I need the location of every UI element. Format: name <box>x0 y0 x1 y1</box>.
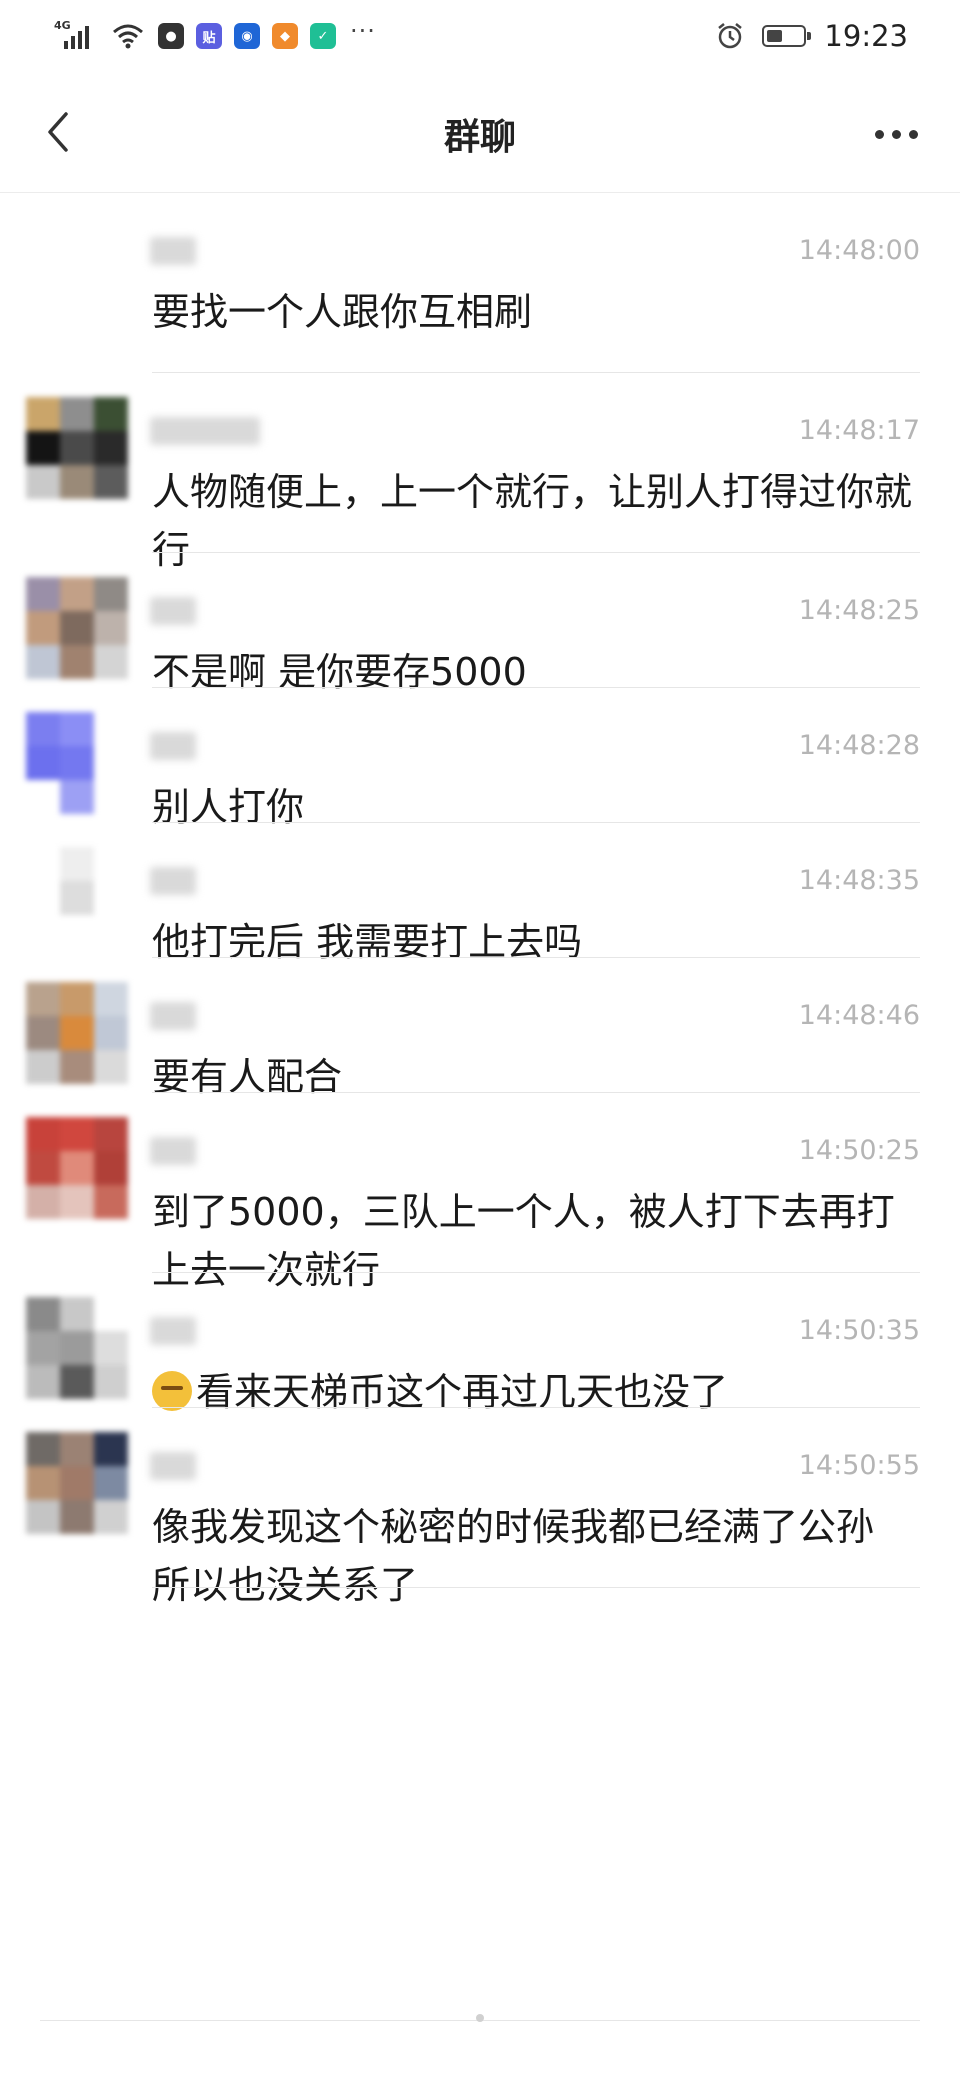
tieba-icon: 贴 <box>196 23 222 49</box>
sender-name <box>150 867 196 895</box>
more-dot-icon <box>891 129 901 139</box>
qq-icon: ● <box>158 23 184 49</box>
status-right: 19:23 <box>716 16 908 56</box>
sender-name <box>150 1452 196 1480</box>
status-left: 4G ● 贴 ◉ ◆ ✓ ··· <box>54 16 376 56</box>
signal-icon: 4G <box>54 19 98 53</box>
avatar[interactable] <box>26 397 128 499</box>
message-time: 14:48:28 <box>798 730 920 761</box>
avatar[interactable] <box>26 577 128 679</box>
sender-name <box>150 732 196 760</box>
avatar[interactable] <box>26 1297 128 1399</box>
chat-message[interactable]: 14:50:55 像我发现这个秘密的时候我都已经满了公孙 所以也没关系了 <box>0 1408 960 1607</box>
avatar[interactable] <box>26 847 128 949</box>
load-more-indicator <box>476 2014 484 2022</box>
more-dot-icon <box>874 129 884 139</box>
battery-icon <box>762 25 812 47</box>
nav-bar: 群聊 <box>0 72 960 193</box>
sender-name <box>150 597 196 625</box>
sender-name <box>150 237 196 265</box>
message-time: 14:48:17 <box>798 415 920 446</box>
message-list[interactable]: 14:48:00 要找一个人跟你互相刷 14:48:17 人物随便上，上一个就行，让别… <box>0 193 960 1607</box>
message-divider <box>152 1587 920 1588</box>
message-time: 14:48:25 <box>798 595 920 626</box>
message-time: 14:48:46 <box>798 1000 920 1031</box>
message-text: 像我发现这个秘密的时候我都已经满了公孙 所以也没关系了 <box>152 1498 912 1614</box>
status-bar: 4G ● 贴 ◉ ◆ ✓ ··· 19:23 <box>0 0 960 72</box>
face-icon <box>152 1371 192 1411</box>
avatar[interactable] <box>26 1117 128 1219</box>
avatar[interactable] <box>26 982 128 1084</box>
more-notifications-icon: ··· <box>350 17 376 45</box>
chat-message[interactable]: 14:48:28 别人打你 <box>0 688 960 829</box>
sender-name <box>150 1002 196 1030</box>
message-text: 要找一个人跟你互相刷 <box>152 283 912 341</box>
chat-message[interactable]: 14:48:00 要找一个人跟你互相刷 <box>0 193 960 373</box>
message-time: 14:50:35 <box>798 1315 920 1346</box>
message-time: 14:50:25 <box>798 1135 920 1166</box>
message-time: 14:48:00 <box>798 235 920 266</box>
message-time: 14:48:35 <box>798 865 920 896</box>
orange-app-icon: ◆ <box>272 23 298 49</box>
chat-message[interactable]: 14:48:35 他打完后 我需要打上去吗 <box>0 823 960 964</box>
chat-message[interactable]: 14:48:46 要有人配合 <box>0 958 960 1099</box>
message-time: 14:50:55 <box>798 1450 920 1481</box>
green-app-icon: ✓ <box>310 23 336 49</box>
sender-name <box>150 1317 196 1345</box>
chat-message[interactable]: 14:48:17 人物随便上，上一个就行，让别人打得过你就行 <box>0 373 960 572</box>
status-time: 19:23 <box>824 19 908 53</box>
alarm-icon <box>718 23 743 49</box>
chat-message[interactable]: 14:50:25 到了5000，三队上一个人，被人打下去再打上去一次就行 <box>0 1093 960 1292</box>
message-text-content: 要找一个人跟你互相刷 <box>152 290 533 334</box>
avatar[interactable] <box>26 1432 128 1534</box>
message-text-content: 像我发现这个秘密的时候我都已经满了公孙 所以也没关系了 <box>152 1505 875 1607</box>
bulb-app-icon: ◉ <box>234 23 260 49</box>
chat-message[interactable]: 14:50:35 看来天梯币这个再过几天也没了 <box>0 1273 960 1414</box>
wifi-icon <box>113 24 143 49</box>
battery-fill <box>767 30 783 42</box>
more-dot-icon <box>908 129 918 139</box>
sender-name <box>150 417 260 445</box>
sender-name <box>150 1137 196 1165</box>
page-title: 群聊 <box>443 117 516 158</box>
avatar[interactable] <box>26 712 128 814</box>
chat-message[interactable]: 14:48:25 不是啊 是你要存5000 <box>0 553 960 694</box>
more-button[interactable] <box>866 114 926 154</box>
